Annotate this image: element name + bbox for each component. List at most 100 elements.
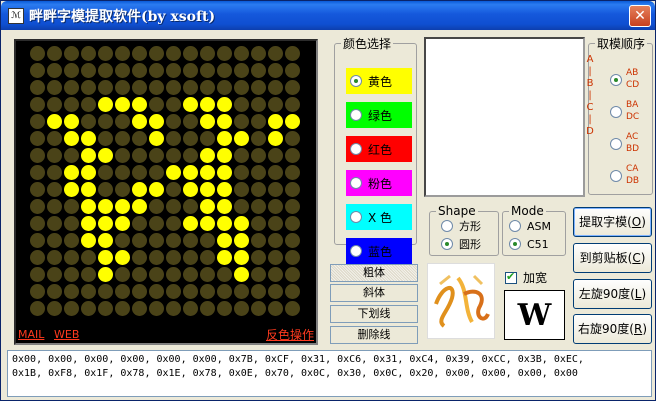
led-dot[interactable] xyxy=(149,131,164,146)
led-dot[interactable] xyxy=(64,114,79,129)
led-dot[interactable] xyxy=(64,80,79,95)
led-dot[interactable] xyxy=(98,165,113,180)
led-dot[interactable] xyxy=(251,250,266,265)
led-dot[interactable] xyxy=(234,216,249,231)
led-dot[interactable] xyxy=(166,182,181,197)
led-dot[interactable] xyxy=(47,97,62,112)
led-dot[interactable] xyxy=(234,63,249,78)
title-bar[interactable]: ℳ 畔畔字模提取软件(by xsoft) ✕ xyxy=(1,1,655,30)
led-dot[interactable] xyxy=(251,148,266,163)
led-dot[interactable] xyxy=(132,63,147,78)
led-dot[interactable] xyxy=(81,148,96,163)
led-dot[interactable] xyxy=(30,267,45,282)
led-dot[interactable] xyxy=(183,267,198,282)
led-dot[interactable] xyxy=(30,80,45,95)
radio-button[interactable] xyxy=(350,143,362,155)
led-dot[interactable] xyxy=(200,80,215,95)
radio-button[interactable] xyxy=(610,106,622,118)
led-dot[interactable] xyxy=(132,250,147,265)
led-dot[interactable] xyxy=(115,63,130,78)
led-dot[interactable] xyxy=(234,46,249,61)
led-dot[interactable] xyxy=(115,114,130,129)
led-dot[interactable] xyxy=(166,216,181,231)
led-dot[interactable] xyxy=(115,199,130,214)
led-dot[interactable] xyxy=(217,114,232,129)
led-dot[interactable] xyxy=(217,284,232,299)
led-dot[interactable] xyxy=(132,182,147,197)
led-dot[interactable] xyxy=(64,165,79,180)
led-dot[interactable] xyxy=(47,233,62,248)
led-dot[interactable] xyxy=(115,267,130,282)
led-dot[interactable] xyxy=(217,216,232,231)
radio-button[interactable] xyxy=(350,177,362,189)
radio-button[interactable] xyxy=(441,220,453,232)
led-dot[interactable] xyxy=(47,80,62,95)
led-dot[interactable] xyxy=(217,148,232,163)
color-option[interactable]: 粉色 xyxy=(346,170,412,196)
led-dot[interactable] xyxy=(234,301,249,316)
led-dot[interactable] xyxy=(115,233,130,248)
led-dot[interactable] xyxy=(115,182,130,197)
led-dot[interactable] xyxy=(98,80,113,95)
led-dot[interactable] xyxy=(285,148,300,163)
led-dot[interactable] xyxy=(200,148,215,163)
led-dot[interactable] xyxy=(115,46,130,61)
led-dot[interactable] xyxy=(183,199,198,214)
led-dot[interactable] xyxy=(149,182,164,197)
led-dot[interactable] xyxy=(64,182,79,197)
led-dot[interactable] xyxy=(217,80,232,95)
led-dot[interactable] xyxy=(64,199,79,214)
led-dot[interactable] xyxy=(115,165,130,180)
mode-option[interactable]: ASM xyxy=(509,217,551,235)
led-dot[interactable] xyxy=(285,199,300,214)
led-dot[interactable] xyxy=(149,233,164,248)
led-dot[interactable] xyxy=(47,46,62,61)
led-dot[interactable] xyxy=(234,80,249,95)
led-dot[interactable] xyxy=(98,114,113,129)
led-dot[interactable] xyxy=(64,63,79,78)
led-dot[interactable] xyxy=(251,97,266,112)
led-dot[interactable] xyxy=(166,80,181,95)
led-dot[interactable] xyxy=(285,63,300,78)
led-dot[interactable] xyxy=(132,148,147,163)
led-dot[interactable] xyxy=(47,114,62,129)
led-dot[interactable] xyxy=(132,46,147,61)
led-dot[interactable] xyxy=(64,216,79,231)
clipboard-button[interactable]: 到剪贴板(C) xyxy=(573,243,652,273)
led-dot[interactable] xyxy=(268,182,283,197)
led-dot[interactable] xyxy=(149,301,164,316)
led-dot[interactable] xyxy=(47,165,62,180)
led-dot[interactable] xyxy=(251,284,266,299)
rotate-right-button[interactable]: 右旋90度(R) xyxy=(573,314,652,344)
led-dot[interactable] xyxy=(81,114,96,129)
led-dot[interactable] xyxy=(217,199,232,214)
led-dot[interactable] xyxy=(251,80,266,95)
led-dot[interactable] xyxy=(47,284,62,299)
rotate-left-button[interactable]: 左旋90度(L) xyxy=(573,279,652,309)
led-dot[interactable] xyxy=(268,114,283,129)
led-dot[interactable] xyxy=(268,80,283,95)
led-dot[interactable] xyxy=(200,301,215,316)
led-dot[interactable] xyxy=(166,267,181,282)
output-textarea[interactable]: 0x00, 0x00, 0x00, 0x00, 0x00, 0x00, 0x7B… xyxy=(7,350,652,397)
led-dot[interactable] xyxy=(115,216,130,231)
radio-button[interactable] xyxy=(610,74,622,86)
led-dot[interactable] xyxy=(30,216,45,231)
led-dot[interactable] xyxy=(30,233,45,248)
led-dot[interactable] xyxy=(115,97,130,112)
led-dot[interactable] xyxy=(183,80,198,95)
led-dot[interactable] xyxy=(217,165,232,180)
led-dot[interactable] xyxy=(81,165,96,180)
led-dot[interactable] xyxy=(149,165,164,180)
led-dot[interactable] xyxy=(30,199,45,214)
led-dot[interactable] xyxy=(251,267,266,282)
led-dot[interactable] xyxy=(183,182,198,197)
led-dot[interactable] xyxy=(166,114,181,129)
led-dot[interactable] xyxy=(183,284,198,299)
invert-link[interactable]: 反色操作 xyxy=(266,326,314,343)
led-dot[interactable] xyxy=(217,182,232,197)
led-dot[interactable] xyxy=(98,182,113,197)
led-dot[interactable] xyxy=(268,199,283,214)
led-dot[interactable] xyxy=(217,250,232,265)
radio-button[interactable] xyxy=(350,75,362,87)
